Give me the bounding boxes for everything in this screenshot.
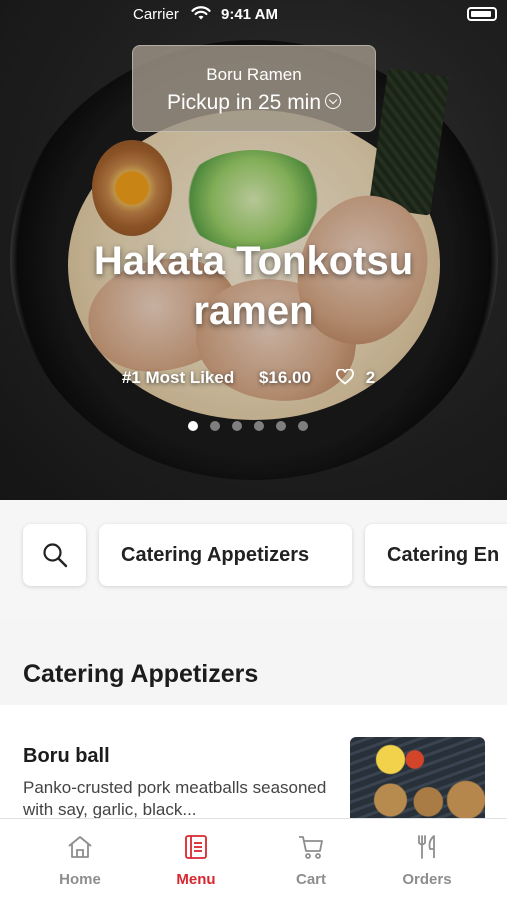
carousel-dot[interactable]: [298, 421, 308, 431]
tab-home[interactable]: Home: [25, 819, 135, 900]
tab-menu[interactable]: Menu: [141, 819, 251, 900]
battery-icon: [467, 7, 497, 21]
likes[interactable]: 2: [335, 368, 385, 387]
wifi-icon: [191, 6, 211, 20]
menu-icon: [185, 835, 207, 859]
cart-icon: [299, 836, 323, 859]
category-bar: Catering Appetizers Catering En: [0, 500, 507, 618]
heart-icon: [335, 369, 354, 385]
pickup-time-row: Pickup in 25 min: [133, 91, 375, 115]
search-button[interactable]: [23, 524, 86, 586]
carousel-dot[interactable]: [188, 421, 198, 431]
item-image: [350, 737, 485, 827]
tab-cart[interactable]: Cart: [256, 819, 366, 900]
featured-dish-title: Hakata Tonkotsu ramen: [93, 239, 414, 333]
carousel-dot[interactable]: [232, 421, 242, 431]
carousel-dot[interactable]: [210, 421, 220, 431]
tab-label: Home: [59, 871, 101, 888]
tab-bar: Home Menu Cart Orders: [0, 818, 507, 900]
item-name: Boru ball: [23, 745, 110, 767]
tab-orders[interactable]: Orders: [372, 819, 482, 900]
chevron-down-icon: [325, 93, 342, 110]
item-description: Panko-crusted pork meatballs seasoned wi…: [23, 778, 327, 820]
tab-label: Orders: [402, 871, 452, 888]
carrier-label: Carrier: [133, 6, 179, 23]
carousel-dot[interactable]: [254, 421, 264, 431]
likes-count: 2: [365, 368, 376, 387]
tab-label: Cart: [295, 871, 326, 888]
section-title: Catering Appetizers: [23, 660, 259, 688]
carousel-dot[interactable]: [276, 421, 286, 431]
clock: 9:41 AM: [221, 6, 278, 23]
pickup-time-label: Pickup in 25 min: [166, 91, 322, 114]
category-chip[interactable]: Catering En: [365, 524, 507, 586]
tab-label: Menu: [176, 871, 216, 888]
orders-icon: [418, 835, 435, 859]
home-icon: [68, 836, 92, 858]
price-label: $16.00: [258, 368, 311, 387]
status-bar: Carrier 9:41 AM: [0, 0, 507, 30]
menu-item[interactable]: Boru ball Panko-crusted pork meatballs s…: [0, 705, 507, 827]
pickup-selector[interactable]: Boru Ramen Pickup in 25 min: [132, 45, 376, 132]
restaurant-name: Boru Ramen: [206, 65, 302, 84]
category-chip[interactable]: Catering Appetizers: [99, 524, 352, 586]
carousel-dots[interactable]: [188, 421, 318, 433]
rank-label: #1 Most Liked: [121, 368, 235, 387]
featured-dish-meta: #1 Most Liked $16.00 2: [0, 368, 507, 388]
hero-banner[interactable]: Carrier 9:41 AM Boru Ramen Pickup in 25 …: [0, 0, 507, 500]
search-icon: [43, 543, 68, 568]
